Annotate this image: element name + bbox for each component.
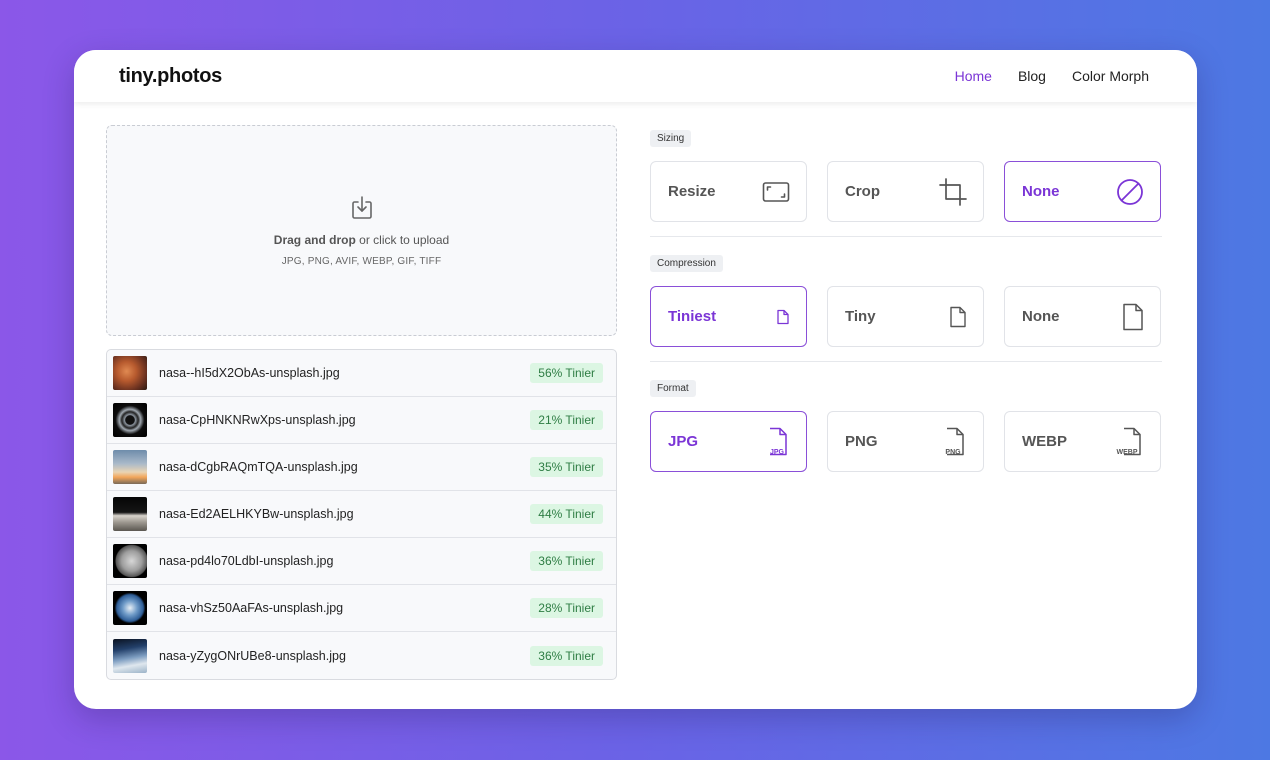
format-label: Format	[650, 380, 696, 397]
file-row[interactable]: nasa-pd4lo70LdbI-unsplash.jpg 36% Tinier	[107, 538, 616, 585]
format-options: JPG JPG PNG PNG WEBP WEBP	[650, 411, 1162, 472]
file-thumbnail	[113, 497, 147, 531]
sizing-option-resize[interactable]: Resize	[650, 161, 807, 222]
file-large-icon	[1123, 303, 1143, 330]
option-label: None	[1022, 183, 1060, 200]
compression-option-tiniest[interactable]: Tiniest	[650, 286, 807, 347]
file-name: nasa--hI5dX2ObAs-unsplash.jpg	[159, 366, 340, 380]
savings-badge: 56% Tinier	[530, 363, 603, 383]
main-nav: Home Blog Color Morph	[955, 68, 1149, 84]
file-thumbnail	[113, 403, 147, 437]
header: tiny.photos Home Blog Color Morph	[74, 50, 1197, 102]
file-list: nasa--hI5dX2ObAs-unsplash.jpg 56% Tinier…	[106, 349, 617, 680]
file-icon-text: PNG	[945, 449, 961, 456]
file-row[interactable]: nasa-yZygONrUBe8-unsplash.jpg 36% Tinier	[107, 632, 616, 679]
option-label: None	[1022, 308, 1060, 325]
file-name: nasa-pd4lo70LdbI-unsplash.jpg	[159, 554, 334, 568]
file-row[interactable]: nasa-CpHNKNRwXps-unsplash.jpg 21% Tinier	[107, 397, 616, 444]
compression-option-none[interactable]: None	[1004, 286, 1161, 347]
file-webp-icon: WEBP	[1117, 427, 1141, 456]
compression-option-tiny[interactable]: Tiny	[827, 286, 984, 347]
logo[interactable]: tiny.photos	[119, 65, 222, 88]
file-name: nasa-CpHNKNRwXps-unsplash.jpg	[159, 413, 356, 427]
option-label: PNG	[845, 433, 878, 450]
download-tray-icon	[351, 195, 372, 219]
option-label: Resize	[668, 183, 716, 200]
section-divider	[650, 236, 1162, 237]
file-icon-text: WEBP	[1117, 449, 1138, 456]
file-name: nasa-dCgbRAQmTQA-unsplash.jpg	[159, 460, 358, 474]
file-row[interactable]: nasa--hI5dX2ObAs-unsplash.jpg 56% Tinier	[107, 350, 616, 397]
file-thumbnail	[113, 544, 147, 578]
file-row[interactable]: nasa-vhSz50AaFAs-unsplash.jpg 28% Tinier	[107, 585, 616, 632]
file-jpg-icon: JPG	[770, 427, 787, 456]
sizing-options: Resize Crop None	[650, 161, 1162, 222]
format-option-jpg[interactable]: JPG JPG	[650, 411, 807, 472]
file-small-icon	[777, 309, 789, 324]
file-medium-icon	[950, 306, 966, 327]
none-circle-icon	[1117, 178, 1143, 205]
file-thumbnail	[113, 591, 147, 625]
file-name: nasa-vhSz50AaFAs-unsplash.jpg	[159, 601, 344, 615]
savings-badge: 36% Tinier	[530, 645, 603, 666]
section-divider	[650, 361, 1162, 362]
option-label: WEBP	[1022, 433, 1067, 450]
dropzone-instruction-bold: Drag and drop	[273, 232, 356, 247]
savings-badge: 28% Tinier	[530, 598, 603, 618]
app-window: tiny.photos Home Blog Color Morph Drag a…	[74, 50, 1197, 709]
file-icon-text: JPG	[770, 449, 785, 456]
option-label: JPG	[668, 433, 699, 450]
savings-badge: 21% Tinier	[530, 410, 603, 430]
compression-options: Tiniest Tiny None	[650, 286, 1162, 347]
savings-badge: 36% Tinier	[530, 551, 603, 571]
sizing-label: Sizing	[650, 130, 692, 147]
nav-color-morph[interactable]: Color Morph	[1072, 68, 1149, 84]
option-label: Tiniest	[668, 308, 717, 325]
format-option-webp[interactable]: WEBP WEBP	[1004, 411, 1161, 472]
file-png-icon: PNG	[945, 427, 964, 456]
dropzone-instruction: Drag and drop or click to upload	[274, 233, 449, 247]
file-thumbnail	[113, 356, 147, 390]
compression-label: Compression	[650, 255, 723, 272]
sizing-option-none[interactable]: None	[1004, 161, 1161, 222]
option-label: Crop	[845, 183, 880, 200]
sizing-option-crop[interactable]: Crop	[827, 161, 984, 222]
file-row[interactable]: nasa-dCgbRAQmTQA-unsplash.jpg 35% Tinier	[107, 444, 616, 491]
resize-icon	[762, 181, 790, 202]
nav-blog[interactable]: Blog	[1018, 68, 1046, 84]
crop-icon	[939, 177, 967, 206]
dropzone-instruction-rest: or click to upload	[355, 232, 450, 247]
dropzone-formats: JPG, PNG, AVIF, WEBP, GIF, TIFF	[281, 255, 442, 267]
file-thumbnail	[113, 638, 147, 673]
format-option-png[interactable]: PNG PNG	[827, 411, 984, 472]
file-row[interactable]: nasa-Ed2AELHKYBw-unsplash.jpg 44% Tinier	[107, 491, 616, 538]
settings-panel: Sizing Resize Crop None Compression Tini…	[650, 128, 1162, 472]
option-label: Tiny	[845, 308, 876, 325]
file-name: nasa-Ed2AELHKYBw-unsplash.jpg	[159, 507, 354, 521]
file-thumbnail	[113, 450, 147, 484]
nav-home[interactable]: Home	[955, 68, 992, 84]
savings-badge: 44% Tinier	[530, 504, 603, 524]
upload-dropzone[interactable]: Drag and drop or click to upload JPG, PN…	[106, 125, 617, 336]
file-name: nasa-yZygONrUBe8-unsplash.jpg	[159, 648, 346, 663]
savings-badge: 35% Tinier	[530, 457, 603, 477]
